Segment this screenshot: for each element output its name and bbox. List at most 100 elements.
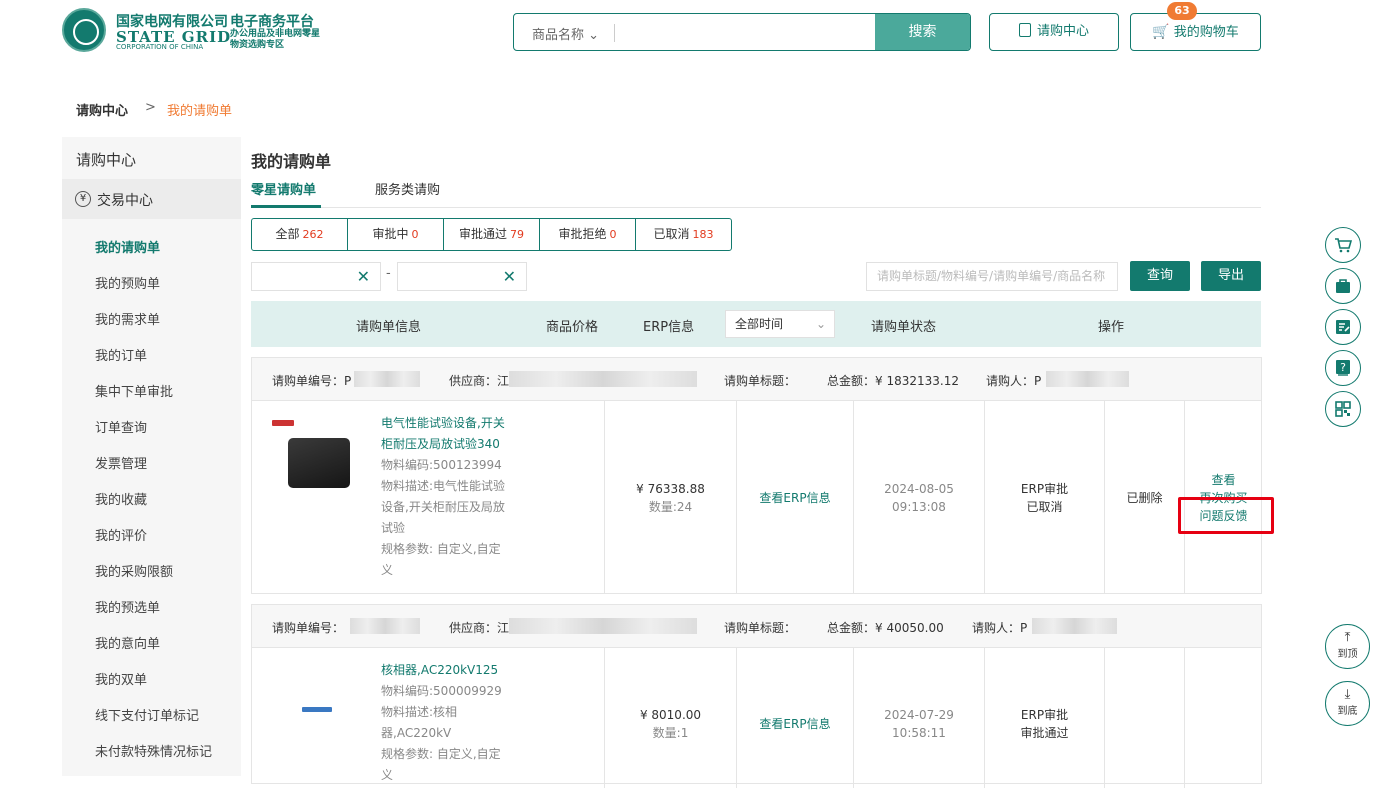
sidebar-item-demands[interactable]: 我的需求单 (95, 309, 160, 328)
redacted-text (1032, 618, 1117, 634)
qr-code-icon (1335, 401, 1351, 417)
breadcrumb-separator: > (145, 100, 156, 115)
filter-count: 79 (510, 228, 524, 241)
tab-retail[interactable]: 零星请购单 (251, 179, 316, 198)
sidebar-item-reviews[interactable]: 我的评价 (95, 525, 147, 544)
sidebar-item-preorders[interactable]: 我的预购单 (95, 273, 160, 292)
search-button[interactable]: 搜索 (875, 14, 970, 50)
float-qrcode-button[interactable] (1325, 391, 1361, 427)
tab-divider (251, 207, 1261, 208)
float-form-button[interactable] (1325, 309, 1361, 345)
float-cart-button[interactable] (1325, 227, 1361, 263)
cart-icon (1335, 238, 1352, 253)
filter-label: 已取消 (653, 227, 690, 241)
status-filter-group: 全部 262 审批中 0 审批通过 79 审批拒绝 0 已取消 183 (251, 218, 732, 251)
product-title[interactable]: 核相器,AC220kV125 (381, 660, 509, 681)
search-input[interactable] (620, 20, 870, 44)
sidebar-item-intent[interactable]: 我的意向单 (95, 633, 160, 652)
product-code: 物料编码:500123994 (381, 458, 502, 472)
order-total: 总金额：¥ 40050.00 (827, 621, 944, 635)
state-grid-emblem-icon (62, 8, 106, 52)
buyer-label: 请购人：P (986, 374, 1042, 388)
sidebar-item-central-approval[interactable]: 集中下单审批 (95, 381, 173, 400)
date-range-separator: - (386, 266, 391, 281)
sidebar-item-preselect[interactable]: 我的预选单 (95, 597, 160, 616)
search-category-select[interactable]: 商品名称 ⌄ (532, 24, 599, 43)
export-button[interactable]: 导出 (1201, 261, 1261, 291)
filter-rejected[interactable]: 审批拒绝 0 (540, 219, 636, 250)
end-date-input[interactable]: ✕ (397, 262, 527, 291)
filter-approved[interactable]: 审批通过 79 (444, 219, 540, 250)
order-no-label: 请购单编号：P (272, 374, 352, 388)
clear-icon[interactable]: ✕ (357, 267, 370, 286)
filter-label: 审批中 (372, 227, 409, 241)
order-time: 09:13:08 (892, 500, 946, 514)
filter-pending[interactable]: 审批中 0 (348, 219, 444, 250)
logo[interactable]: 国家电网有限公司 STATE GRID CORPORATION OF CHINA… (62, 6, 332, 56)
table-header: 请购单信息 商品价格 ERP信息 全部时间 ⌄ 请购单状态 操作 (251, 301, 1261, 347)
float-help-button[interactable]: ? (1325, 350, 1361, 386)
platform-subtitle: 办公用品及非电网零星物资选购专区 (230, 29, 321, 50)
query-button[interactable]: 查询 (1130, 261, 1190, 291)
order-header: 请购单编号：P 供应商：江 请购单标题： 总金额：¥ 1832133.12 请购… (252, 358, 1261, 401)
product-title[interactable]: 电气性能试验设备,开关柜耐压及局放试验340 (381, 413, 509, 455)
logo-english-sub: CORPORATION OF CHINA (116, 43, 204, 51)
sidebar-item-my-requisitions[interactable]: 我的请购单 (95, 237, 160, 256)
sidebar-item-unpaid-special[interactable]: 未付款特殊情况标记 (95, 741, 212, 760)
col-order-info: 请购单信息 (356, 320, 422, 335)
view-link[interactable]: 查看 (1185, 471, 1262, 489)
tab-service[interactable]: 服务类请购 (375, 179, 440, 198)
sidebar-item-invoices[interactable]: 发票管理 (95, 453, 147, 472)
order-title-label: 请购单标题： (724, 621, 797, 635)
scroll-top-button[interactable]: ⤒ 到顶 (1325, 624, 1370, 669)
scroll-bottom-button[interactable]: ⤓ 到底 (1325, 681, 1370, 726)
supplier-label: 供应商：江 (449, 621, 510, 635)
chevron-down-icon: ⌄ (815, 317, 826, 331)
sidebar-title: 请购中心 (76, 151, 137, 169)
sidebar-item-orders[interactable]: 我的订单 (95, 345, 147, 364)
product-image[interactable] (302, 707, 332, 715)
order-card: 请购单编号：P 供应商：江 请购单标题： 总金额：¥ 1832133.12 请购… (251, 357, 1262, 594)
time-filter-select[interactable]: 全部时间 ⌄ (725, 310, 835, 338)
view-erp-link[interactable]: 查看ERP信息 (737, 715, 853, 733)
cart-icon: 🛒 (1152, 24, 1170, 40)
price: ¥ 8010.00 (639, 708, 702, 722)
product-spec: 规格参数: 自定义,自定义 (381, 542, 501, 577)
quantity: 数量:1 (652, 726, 689, 740)
col-actions: 操作 (1098, 320, 1125, 335)
sidebar: 请购中心 ¥ 交易中心 我的请购单 我的预购单 我的需求单 我的订单 集中下单审… (62, 137, 241, 776)
float-bag-button[interactable] (1325, 268, 1361, 304)
sidebar-item-purchase-limit[interactable]: 我的采购限额 (95, 561, 173, 580)
platform-name: 电子商务平台 (230, 14, 314, 30)
scroll-bottom-label: 到底 (1337, 706, 1358, 717)
filter-all[interactable]: 全部 262 (252, 219, 348, 250)
clear-icon[interactable]: ✕ (503, 267, 516, 286)
sidebar-item-offline-pay[interactable]: 线下支付订单标记 (95, 705, 199, 724)
brand-logo-icon (272, 420, 294, 426)
sidebar-item-double[interactable]: 我的双单 (95, 669, 147, 688)
purchase-center-button[interactable]: 请购中心 (989, 13, 1119, 51)
supplier-label: 供应商：江 (449, 374, 510, 388)
start-date-input[interactable]: ✕ (251, 262, 381, 291)
col-status: 请购单状态 (871, 320, 937, 335)
arrow-down-icon: ⤓ (1344, 687, 1351, 702)
yen-icon: ¥ (75, 191, 91, 207)
product-image[interactable] (272, 420, 357, 495)
filter-cancelled[interactable]: 已取消 183 (636, 219, 731, 250)
redacted-text (509, 618, 697, 634)
sidebar-section[interactable]: ¥ 交易中心 (62, 179, 241, 219)
cart-button[interactable]: 🛒 我的购物车 (1130, 13, 1261, 51)
svg-text:?: ? (1340, 361, 1346, 374)
sidebar-item-order-query[interactable]: 订单查询 (95, 417, 147, 436)
product-code: 物料编码:500009929 (381, 684, 502, 698)
buyer-label: 请购人：P (972, 621, 1028, 635)
order-card: 请购单编号： 供应商：江 请购单标题： 总金额：¥ 40050.00 请购人：P… (251, 604, 1262, 788)
product-desc: 物料描述:核相器,AC220kV (381, 705, 458, 740)
redacted-text (354, 371, 420, 387)
breadcrumb-root[interactable]: 请购中心 (76, 100, 128, 119)
keyword-input[interactable]: 请购单标题/物料编号/请购单编号/商品名称 (866, 262, 1118, 291)
sidebar-item-favorites[interactable]: 我的收藏 (95, 489, 147, 508)
search-category-label: 商品名称 (532, 28, 585, 43)
col-price: 商品价格 (546, 320, 599, 335)
view-erp-link[interactable]: 查看ERP信息 (737, 489, 853, 507)
